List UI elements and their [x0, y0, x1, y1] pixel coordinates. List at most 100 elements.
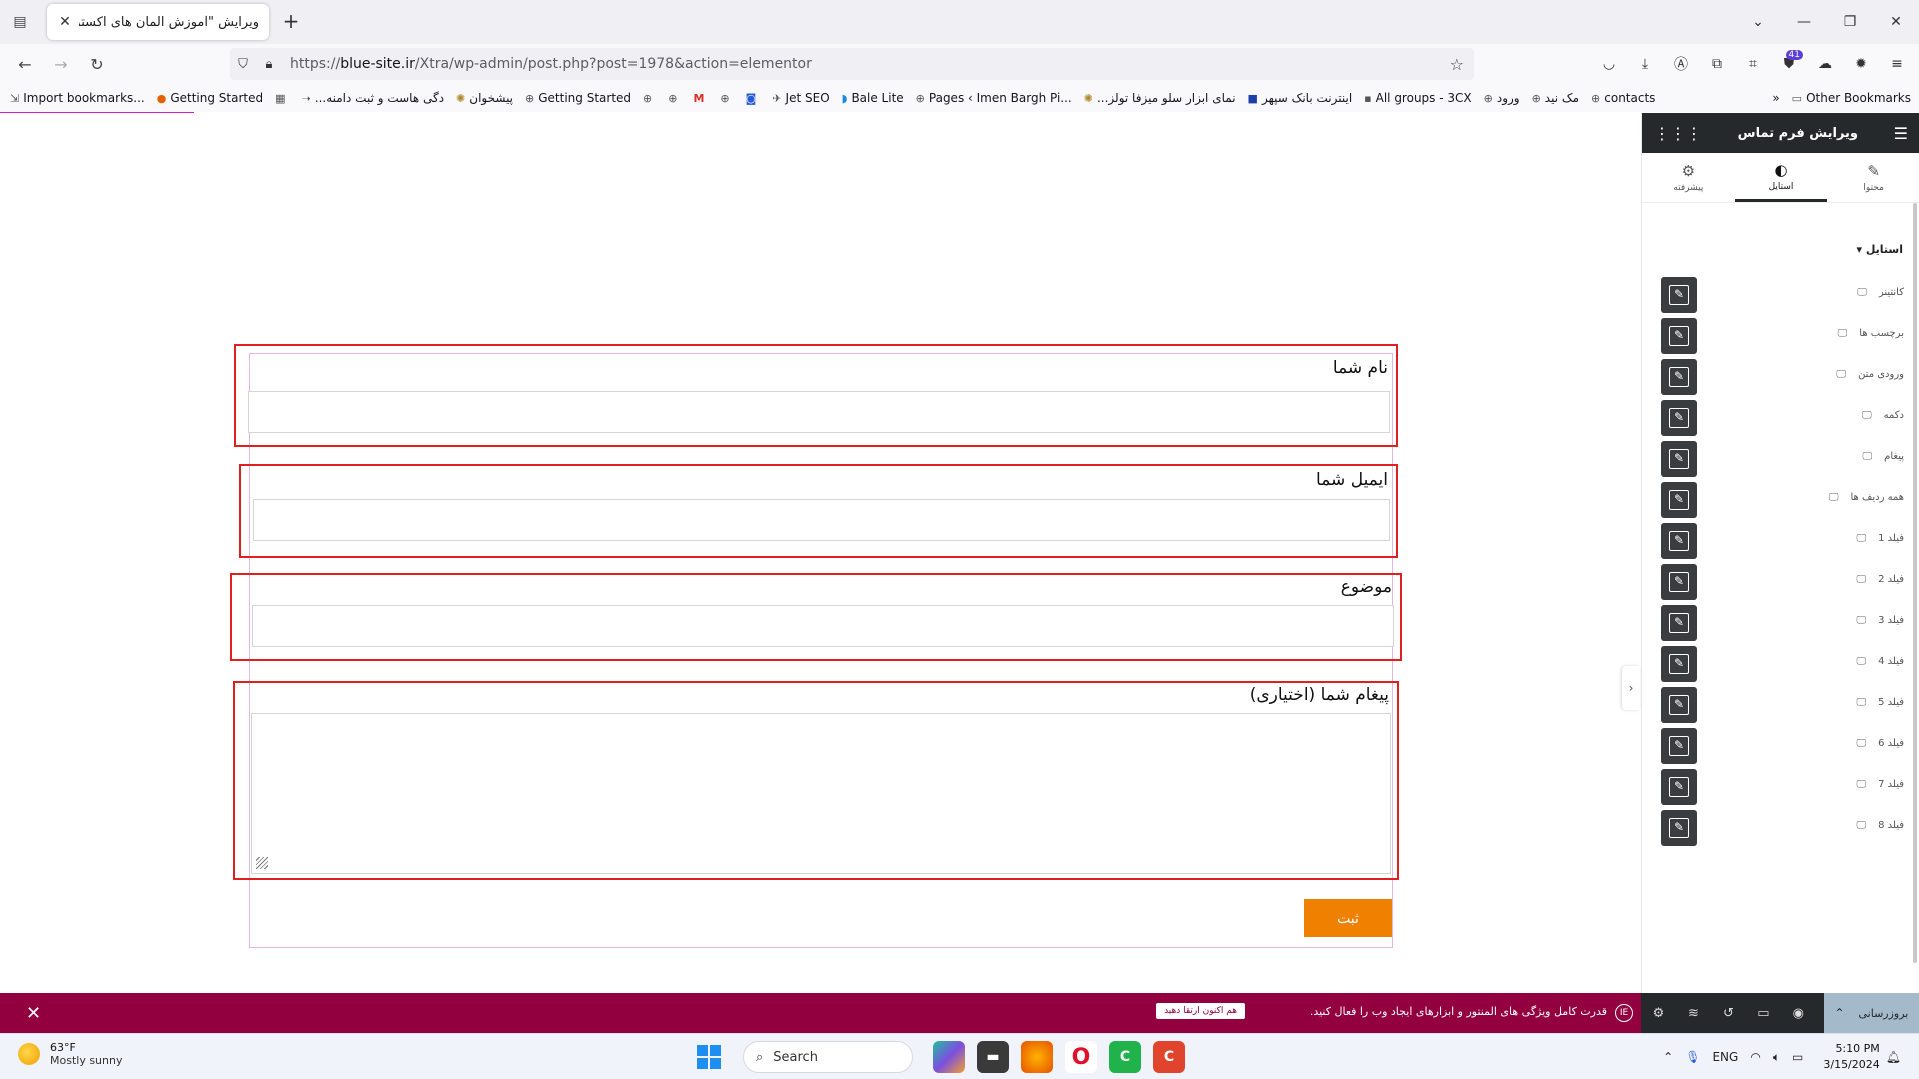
edit-style-button[interactable]: ✎	[1661, 646, 1697, 682]
desktop-device-icon[interactable]: 🖵︎	[1856, 738, 1866, 749]
edit-style-button[interactable]: ✎	[1661, 400, 1697, 436]
bookmark-item[interactable]: ✺ پیشخوان	[456, 91, 513, 105]
app-menu-icon[interactable]: ≡	[1879, 56, 1915, 72]
desktop-device-icon[interactable]: 🖵︎	[1836, 369, 1846, 380]
taskbar-search[interactable]: ⌕ Search	[743, 1041, 913, 1073]
collapse-panel-chevron-icon[interactable]: ›	[1622, 666, 1640, 710]
resize-grip-icon[interactable]	[256, 857, 268, 869]
navigator-layers-icon[interactable]: ≋	[1676, 1006, 1711, 1021]
volume-icon[interactable]: 🔈︎	[1773, 1050, 1780, 1065]
more-bookmarks-chevron-icon[interactable]: »	[1772, 91, 1779, 105]
panel-scrollbar[interactable]	[1911, 203, 1919, 983]
bookmark-item[interactable]: ⊕ contacts	[1591, 91, 1655, 105]
message-field-group[interactable]: پیغام شما (اختیاری)	[233, 681, 1399, 880]
battery-icon[interactable]: ▭	[1792, 1050, 1803, 1064]
reload-icon[interactable]: ↻	[82, 49, 112, 79]
language-indicator[interactable]: ENG	[1712, 1050, 1738, 1064]
preview-eye-icon[interactable]: ◉	[1781, 1006, 1816, 1021]
name-field-group[interactable]: نام شما	[234, 344, 1398, 447]
style-section-title[interactable]: استایل ▾	[1856, 243, 1903, 256]
close-window-icon[interactable]: ✕	[1873, 14, 1919, 30]
extensions-puzzle-icon[interactable]: ⧉	[1699, 56, 1735, 72]
desktop-device-icon[interactable]: 🖵︎	[1856, 820, 1866, 831]
desktop-device-icon[interactable]: 🖵︎	[1862, 410, 1872, 421]
extension-shield-icon[interactable]: ⛊ 41	[1771, 50, 1807, 72]
list-all-tabs-icon[interactable]: ⌄	[1735, 14, 1781, 30]
lock-icon[interactable]: 🔒︎	[256, 57, 282, 72]
bookmark-item[interactable]: ⊕	[643, 92, 656, 105]
bookmark-item[interactable]: ⇲ Import bookmarks...	[10, 91, 145, 105]
task-view-icon[interactable]: ▬	[977, 1041, 1009, 1073]
active-tab[interactable]: ویرایش "آموزش المان های اکسترا – ... ✕	[47, 4, 269, 40]
close-tab-icon[interactable]: ✕	[57, 14, 73, 30]
notifications-icon[interactable]: 🔔︎	[1886, 1050, 1901, 1064]
desktop-device-icon[interactable]: 🖵︎	[1856, 533, 1866, 544]
bookmark-star-icon[interactable]: ☆	[1450, 55, 1464, 74]
bookmark-item[interactable]: ⊕ Pages ‹ Imen Bargh Pi...	[916, 91, 1072, 105]
wifi-icon[interactable]: ◠	[1750, 1050, 1760, 1064]
widgets-grid-icon[interactable]: ⋮⋮⋮	[1654, 124, 1702, 143]
bookmark-item[interactable]: ✺ ...نمای ابزار سلو میزفا تولز	[1084, 91, 1236, 105]
bookmark-item[interactable]: ⊕	[720, 92, 733, 105]
bookmark-item[interactable]: ▪ All groups - 3CX	[1364, 91, 1471, 105]
bookmark-item[interactable]: ■ اینترنت بانک سپهر	[1248, 91, 1353, 105]
desktop-device-icon[interactable]: 🖵︎	[1829, 492, 1839, 503]
crop-icon[interactable]: ⌗	[1735, 56, 1771, 72]
edit-style-button[interactable]: ✎	[1661, 482, 1697, 518]
bookmark-item[interactable]: M	[693, 92, 708, 105]
bookmark-item[interactable]: ⊕ ورود	[1484, 91, 1520, 105]
camtasia-red-icon[interactable]: C	[1153, 1041, 1185, 1073]
edit-style-button[interactable]: ✎	[1661, 564, 1697, 600]
email-field-group[interactable]: ایمیل شما	[239, 464, 1398, 558]
tab-list-icon[interactable]: ▤	[8, 10, 32, 34]
desktop-device-icon[interactable]: 🖵︎	[1856, 697, 1866, 708]
desktop-device-icon[interactable]: 🖵︎	[1857, 287, 1867, 298]
bookmark-item[interactable]: ● Getting Started	[157, 91, 263, 105]
chevron-up-icon[interactable]: ⌃	[1834, 1006, 1844, 1020]
new-tab-icon[interactable]: +	[279, 10, 303, 34]
edit-style-button[interactable]: ✎	[1661, 605, 1697, 641]
desktop-device-icon[interactable]: 🖵︎	[1856, 615, 1866, 626]
edit-style-button[interactable]: ✎	[1661, 523, 1697, 559]
extension-gear-icon[interactable]: ✹	[1843, 56, 1879, 72]
extension-cloud-icon[interactable]: ☁	[1807, 56, 1843, 72]
url-text[interactable]: https://blue-site.ir/Xtra/wp-admin/post.…	[290, 56, 812, 72]
bookmark-item[interactable]: ⊕ مک نید	[1532, 91, 1579, 105]
address-bar[interactable]: ⛉ 🔒︎ https://blue-site.ir/Xtra/wp-admin/…	[230, 48, 1474, 80]
bookmark-item[interactable]: ⊕ Getting Started	[525, 91, 631, 105]
close-notice-icon[interactable]: ✕	[26, 1003, 41, 1024]
edit-style-button[interactable]: ✎	[1661, 441, 1697, 477]
copilot-icon[interactable]	[933, 1041, 965, 1073]
edit-style-button[interactable]: ✎	[1661, 769, 1697, 805]
desktop-device-icon[interactable]: 🖵︎	[1838, 328, 1848, 339]
microphone-icon[interactable]: 🎙︎	[1685, 1050, 1700, 1064]
tab-content[interactable]: ✎ محتوا	[1827, 153, 1919, 202]
desktop-device-icon[interactable]: 🖵︎	[1856, 656, 1866, 667]
weather-widget[interactable]: 63°F Mostly sunny	[18, 1041, 122, 1067]
account-icon[interactable]: Ⓐ	[1663, 54, 1699, 74]
settings-gear-icon[interactable]: ⚙	[1641, 1006, 1676, 1021]
edit-style-button[interactable]: ✎	[1661, 687, 1697, 723]
firefox-icon[interactable]	[1021, 1041, 1053, 1073]
back-icon[interactable]: ←	[10, 49, 40, 79]
edit-style-button[interactable]: ✎	[1661, 810, 1697, 846]
desktop-device-icon[interactable]: 🖵︎	[1856, 574, 1866, 585]
bookmark-item[interactable]: ◙	[746, 92, 761, 105]
bookmark-item[interactable]: ➝ ...دگی هاست و ثبت دامنه	[302, 91, 445, 105]
other-bookmarks[interactable]: ▭ Other Bookmarks	[1792, 91, 1911, 105]
bookmark-item[interactable]: ◗ Bale Lite	[842, 91, 904, 105]
pocket-icon[interactable]: ◡	[1591, 56, 1627, 72]
email-input[interactable]	[253, 499, 1390, 541]
subject-field-group[interactable]: موضوع	[230, 573, 1402, 661]
edit-style-button[interactable]: ✎	[1661, 728, 1697, 764]
bookmark-item[interactable]: ⊕	[668, 92, 681, 105]
message-textarea[interactable]	[251, 713, 1391, 874]
tab-style[interactable]: ◐ استایل	[1734, 153, 1828, 202]
desktop-device-icon[interactable]: 🖵︎	[1862, 451, 1872, 462]
downloads-icon[interactable]: ⤓	[1627, 56, 1663, 72]
edit-style-button[interactable]: ✎	[1661, 359, 1697, 395]
edit-style-button[interactable]: ✎	[1661, 318, 1697, 354]
upgrade-now-button[interactable]: هم اکنون ارتقا دهید	[1156, 1003, 1245, 1019]
show-hidden-icons-chevron-icon[interactable]: ⌃	[1663, 1050, 1673, 1064]
restore-icon[interactable]: ❐	[1827, 14, 1873, 30]
